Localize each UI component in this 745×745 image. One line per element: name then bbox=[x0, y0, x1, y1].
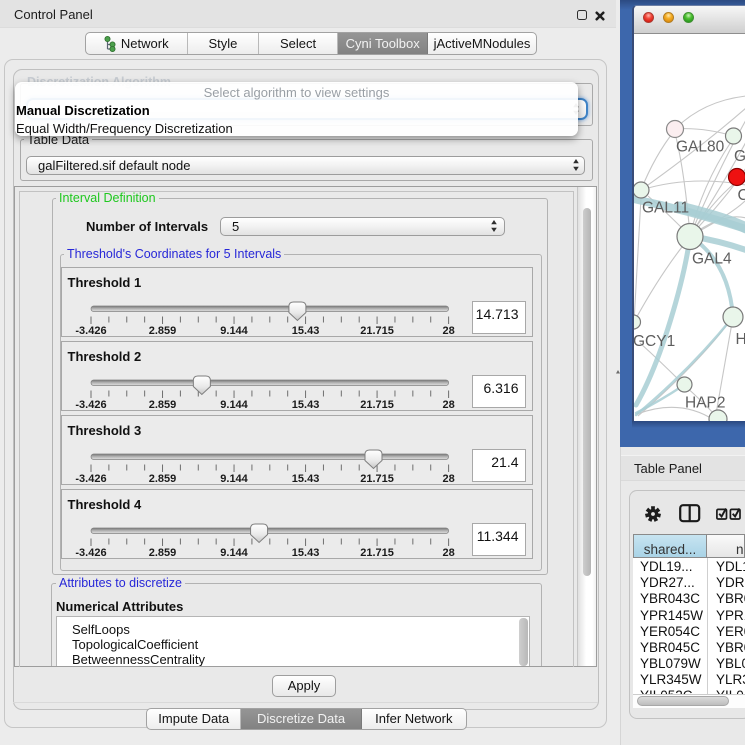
svg-text:21.715: 21.715 bbox=[360, 399, 394, 411]
svg-text:15.43: 15.43 bbox=[291, 399, 319, 411]
svg-text:9.144: 9.144 bbox=[220, 399, 248, 411]
svg-text:2.859: 2.859 bbox=[148, 547, 176, 559]
svg-text:GAL80: GAL80 bbox=[676, 139, 725, 156]
svg-text:15.43: 15.43 bbox=[291, 547, 319, 559]
svg-text:2.859: 2.859 bbox=[148, 325, 176, 337]
svg-text:-3.426: -3.426 bbox=[75, 473, 106, 485]
svg-text:HAP2: HAP2 bbox=[685, 395, 726, 412]
svg-text:HI: HI bbox=[736, 331, 745, 348]
svg-text:21.715: 21.715 bbox=[360, 473, 394, 485]
svg-text:9.144: 9.144 bbox=[220, 325, 248, 337]
svg-text:-3.426: -3.426 bbox=[75, 399, 106, 411]
svg-text:28: 28 bbox=[442, 547, 454, 559]
svg-text:28: 28 bbox=[442, 325, 454, 337]
svg-text:28: 28 bbox=[442, 399, 454, 411]
svg-text:9.144: 9.144 bbox=[220, 473, 248, 485]
svg-text:CR: CR bbox=[738, 187, 745, 204]
svg-text:2.859: 2.859 bbox=[148, 399, 176, 411]
svg-text:9.144: 9.144 bbox=[220, 547, 248, 559]
svg-text:21.715: 21.715 bbox=[360, 325, 394, 337]
svg-text:GA: GA bbox=[734, 148, 745, 165]
svg-text:GAL11: GAL11 bbox=[642, 200, 689, 217]
svg-text:-3.426: -3.426 bbox=[75, 325, 106, 337]
svg-text:15.43: 15.43 bbox=[291, 325, 319, 337]
svg-text:21.715: 21.715 bbox=[360, 547, 394, 559]
svg-text:GCY1: GCY1 bbox=[634, 333, 675, 350]
svg-text:-3.426: -3.426 bbox=[75, 547, 106, 559]
svg-text:28: 28 bbox=[442, 473, 454, 485]
svg-text:2.859: 2.859 bbox=[148, 473, 176, 485]
svg-text:15.43: 15.43 bbox=[291, 473, 319, 485]
svg-text:GAL4: GAL4 bbox=[692, 251, 732, 268]
